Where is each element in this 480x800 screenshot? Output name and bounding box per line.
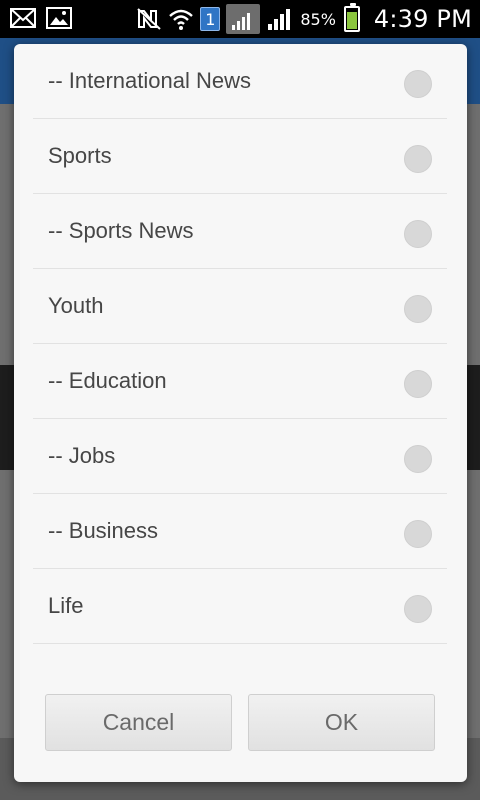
cancel-button-label: Cancel [102, 709, 175, 735]
battery-percent: 85% [300, 9, 336, 29]
list-item[interactable]: Sports [33, 119, 447, 194]
list-item[interactable]: -- International News [33, 44, 447, 119]
radio-button[interactable] [404, 145, 432, 173]
signal-bars-icon [232, 13, 251, 30]
radio-button[interactable] [404, 520, 432, 548]
sim-number: 1 [205, 9, 216, 29]
radio-button[interactable] [404, 220, 432, 248]
list-item[interactable]: -- Business [33, 494, 447, 569]
list-item-label: -- Business [48, 518, 159, 543]
battery-icon [343, 3, 360, 32]
list-item[interactable]: Life [33, 569, 447, 644]
image-icon [46, 7, 72, 29]
signal-box-icon [226, 4, 261, 34]
list-item-label: -- International News [48, 68, 251, 93]
wifi-icon [169, 9, 194, 30]
cancel-button[interactable]: Cancel [45, 694, 232, 751]
list-item-label: Sports [48, 143, 112, 168]
list-item-label: Life [48, 593, 84, 618]
notification-icons [10, 7, 72, 29]
cell-signal-icon [268, 9, 291, 30]
radio-button[interactable] [404, 370, 432, 398]
clock: 4:39 PM [373, 5, 472, 33]
radio-button[interactable] [404, 70, 432, 98]
list-item-label: -- Education [48, 368, 167, 393]
radio-button[interactable] [404, 445, 432, 473]
screen: 1 85% 4:39 PM -- International News Spor… [0, 0, 480, 800]
list-item-label: -- Jobs [48, 443, 116, 468]
dialog-buttons: Cancel OK [45, 694, 435, 751]
list-item[interactable]: -- Sports News [33, 194, 447, 269]
list-item[interactable]: -- Jobs [33, 419, 447, 494]
ok-button-label: OK [324, 709, 359, 735]
status-bar: 1 85% 4:39 PM [0, 0, 480, 38]
list-item[interactable]: Youth [33, 269, 447, 344]
mail-icon [10, 8, 36, 28]
radio-button[interactable] [404, 595, 432, 623]
list-item-label: -- Sports News [48, 218, 194, 243]
list-item[interactable]: -- Education [33, 344, 447, 419]
ok-button[interactable]: OK [248, 694, 435, 751]
category-picker-dialog: -- International News Sports -- Sports New… [14, 44, 467, 782]
category-list: -- International News Sports -- Sports New… [33, 44, 447, 644]
sim-badge: 1 [200, 7, 221, 31]
battery-fill [346, 12, 357, 29]
status-icons: 1 85% 4:39 PM [136, 3, 472, 34]
nfc-off-icon [137, 8, 162, 30]
list-item-label: Youth [48, 293, 104, 318]
radio-button[interactable] [404, 295, 432, 323]
